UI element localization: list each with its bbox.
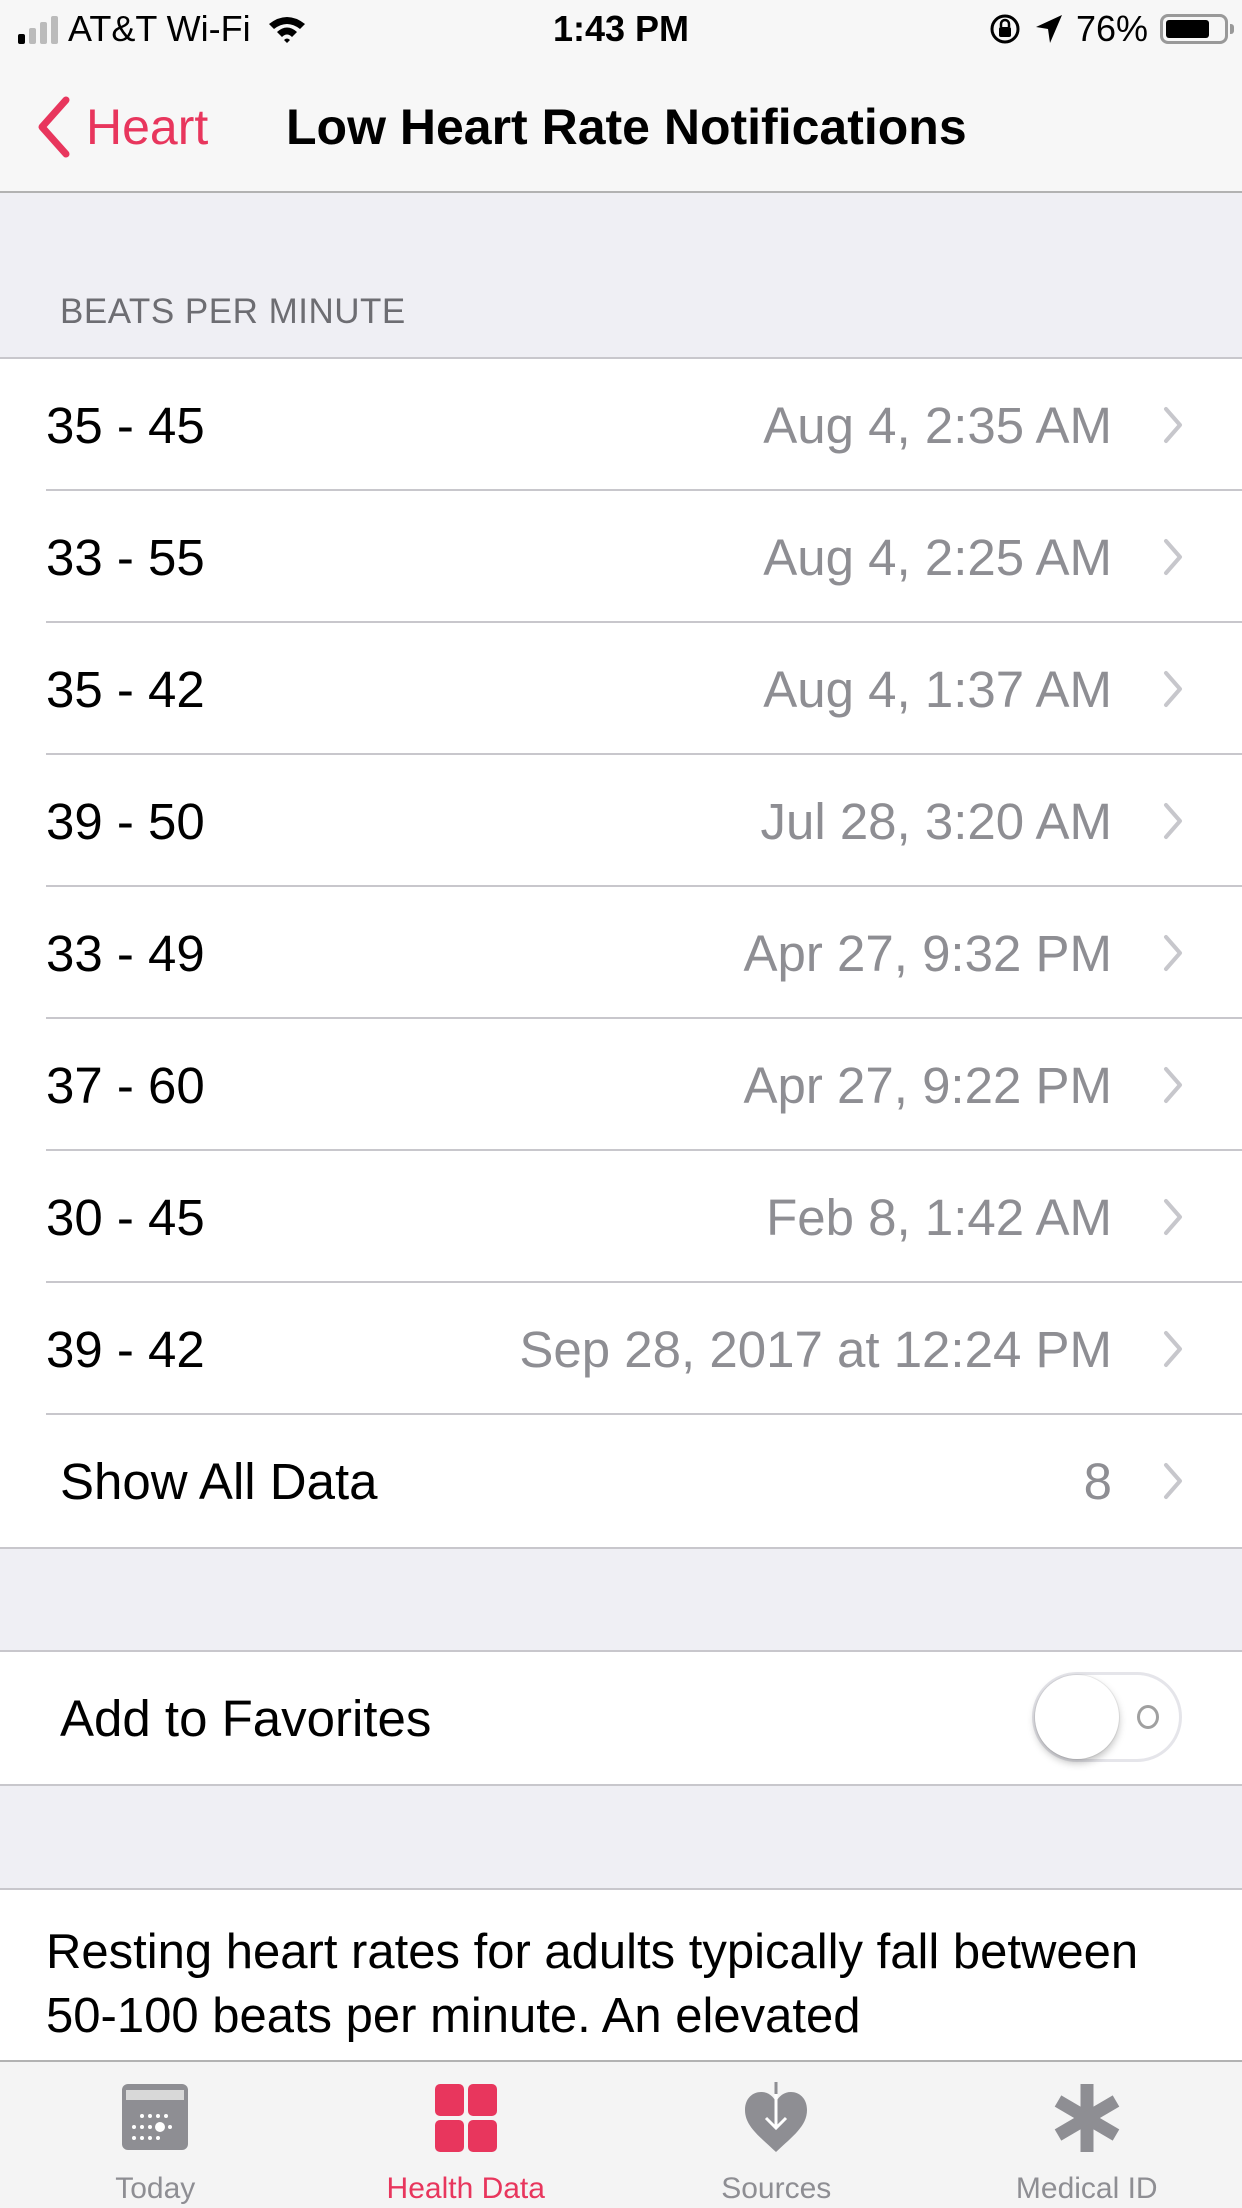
notification-row[interactable]: 33 - 49 Apr 27, 9:32 PM xyxy=(0,887,1242,1019)
show-all-data-label: Show All Data xyxy=(60,1452,378,1510)
health-data-grid-icon xyxy=(434,2084,497,2152)
bpm-range: 39 - 50 xyxy=(46,792,205,850)
notification-date: Jul 28, 3:20 AM xyxy=(760,792,1112,850)
notification-row[interactable]: 37 - 60 Apr 27, 9:22 PM xyxy=(0,1019,1242,1151)
notification-row[interactable]: 39 - 50 Jul 28, 3:20 AM xyxy=(0,755,1242,887)
calendar-icon xyxy=(122,2084,189,2150)
description-panel: Resting heart rates for adults typically… xyxy=(0,1888,1242,2060)
notification-row[interactable]: 33 - 55 Aug 4, 2:25 AM xyxy=(0,491,1242,623)
favorites-toggle[interactable] xyxy=(1032,1672,1182,1762)
tab-sources[interactable]: Sources xyxy=(621,2062,932,2208)
bpm-range: 30 - 45 xyxy=(46,1188,205,1246)
chevron-right-icon xyxy=(1164,1463,1182,1499)
bpm-range: 35 - 42 xyxy=(46,660,205,718)
description-text: Resting heart rates for adults typically… xyxy=(46,1925,1139,2043)
back-button[interactable]: Heart xyxy=(36,96,208,158)
favorites-group: Add to Favorites xyxy=(0,1650,1242,1786)
location-arrow-icon xyxy=(1035,15,1062,43)
tab-today[interactable]: Today xyxy=(0,2062,311,2208)
notification-date: Aug 4, 2:35 AM xyxy=(763,396,1112,454)
battery-percent: 76% xyxy=(1075,8,1148,49)
notification-date: Apr 27, 9:22 PM xyxy=(743,1056,1112,1114)
notification-row[interactable]: 39 - 42 Sep 28, 2017 at 12:24 PM xyxy=(0,1283,1242,1415)
favorites-row: Add to Favorites xyxy=(0,1652,1242,1784)
notification-date: Feb 8, 1:42 AM xyxy=(766,1188,1112,1246)
notification-date: Aug 4, 2:25 AM xyxy=(763,528,1112,586)
chevron-right-icon xyxy=(1164,803,1182,839)
data-count: 8 xyxy=(1083,1452,1112,1510)
notification-date: Aug 4, 1:37 AM xyxy=(763,660,1112,718)
tab-bar: Today Health Data Sources Medical ID xyxy=(0,2060,1242,2208)
tab-label: Sources xyxy=(721,2172,832,2205)
notifications-list: 35 - 45 Aug 4, 2:35 AM 33 - 55 Aug 4, 2:25 … xyxy=(0,357,1242,1549)
chevron-right-icon xyxy=(1164,671,1182,707)
tab-label: Medical ID xyxy=(1015,2172,1158,2205)
notification-date: Sep 28, 2017 at 12:24 PM xyxy=(519,1320,1112,1378)
notification-row[interactable]: 35 - 45 Aug 4, 2:35 AM xyxy=(0,359,1242,491)
notification-row[interactable]: 35 - 42 Aug 4, 1:37 AM xyxy=(0,623,1242,755)
chevron-right-icon xyxy=(1164,539,1182,575)
page-title: Low Heart Rate Notifications xyxy=(286,99,967,155)
toggle-knob xyxy=(1035,1675,1119,1759)
chevron-left-icon xyxy=(38,96,70,158)
tab-label: Today xyxy=(115,2172,196,2205)
asterisk-icon xyxy=(1054,2084,1120,2152)
bpm-range: 35 - 45 xyxy=(46,396,205,454)
bpm-range: 37 - 60 xyxy=(46,1056,205,1114)
section-header: BEATS PER MINUTE xyxy=(60,292,406,331)
chevron-right-icon xyxy=(1164,1067,1182,1103)
tab-label: Health Data xyxy=(386,2172,545,2205)
chevron-right-icon xyxy=(1164,1199,1182,1235)
notification-row[interactable]: 30 - 45 Feb 8, 1:42 AM xyxy=(0,1151,1242,1283)
bpm-range: 33 - 49 xyxy=(46,924,205,982)
chevron-right-icon xyxy=(1164,1331,1182,1367)
bpm-range: 39 - 42 xyxy=(46,1320,205,1378)
tab-health-data[interactable]: Health Data xyxy=(311,2062,622,2208)
back-label: Heart xyxy=(86,99,209,155)
bpm-range: 33 - 55 xyxy=(46,528,205,586)
heart-download-icon xyxy=(745,2082,808,2152)
notification-date: Apr 27, 9:32 PM xyxy=(743,924,1112,982)
status-bar: AT&T Wi-Fi 1:43 PM 76% xyxy=(0,0,1242,60)
show-all-data-row[interactable]: Show All Data 8 xyxy=(0,1415,1242,1547)
chevron-right-icon xyxy=(1164,407,1182,443)
favorites-label: Add to Favorites xyxy=(60,1689,432,1747)
tab-medical-id[interactable]: Medical ID xyxy=(932,2062,1242,2208)
chevron-right-icon xyxy=(1164,935,1182,971)
orientation-lock-icon xyxy=(990,14,1020,44)
battery-icon xyxy=(1160,14,1234,44)
navigation-bar: Heart Low Heart Rate Notifications xyxy=(0,60,1242,193)
toggle-off-indicator-icon xyxy=(1137,1705,1159,1729)
